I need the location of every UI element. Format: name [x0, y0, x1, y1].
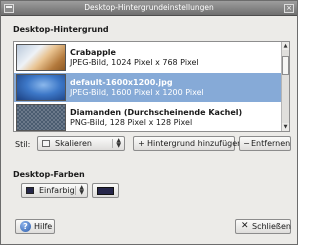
window-title: Desktop-Hintergrundeinstellungen — [84, 3, 214, 12]
close-button[interactable]: ✕ Schließen — [235, 219, 291, 234]
list-scrollbar[interactable]: ▲ ▼ — [281, 42, 289, 131]
wallpaper-name: Diamanden (Durchscheinende Kachel) — [70, 108, 243, 117]
add-background-label: Hintergrund hinzufügen — [147, 139, 243, 148]
style-select[interactable]: Skalieren ▲ ▼ — [37, 136, 125, 151]
help-label: Hilfe — [34, 222, 53, 231]
scroll-up-icon[interactable]: ▲ — [282, 42, 289, 50]
wallpaper-item-default[interactable]: default-1600x1200.jpg JPEG-Bild, 1600 Pi… — [14, 73, 282, 102]
background-settings-window: Desktop-Hintergrundeinstellungen × Deskt… — [0, 0, 298, 245]
remove-background-button[interactable]: − Entfernen — [239, 136, 291, 151]
combo-separator — [112, 139, 113, 148]
scroll-down-icon[interactable]: ▼ — [282, 123, 289, 131]
title-bar[interactable]: Desktop-Hintergrundeinstellungen × — [1, 1, 297, 16]
color-picker-button[interactable] — [92, 183, 119, 198]
scroll-thumb[interactable] — [282, 56, 289, 75]
help-button[interactable]: ? Hilfe — [15, 219, 55, 234]
wallpaper-description: JPEG-Bild, 1600 Pixel x 1200 Pixel — [70, 88, 204, 97]
remove-background-label: Entfernen — [251, 139, 291, 148]
color-mode-value: Einfarbig — [39, 186, 75, 195]
wallpaper-description: JPEG-Bild, 1024 Pixel x 768 Pixel — [70, 58, 199, 67]
window-close-icon[interactable]: × — [284, 4, 294, 13]
color-swatch-icon — [26, 187, 34, 194]
wallpaper-thumbnail — [16, 44, 66, 71]
style-label: Stil: — [15, 140, 31, 149]
picture-icon — [42, 140, 50, 147]
wallpaper-item-crabapple[interactable]: Crabapple JPEG-Bild, 1024 Pixel x 768 Pi… — [14, 43, 282, 72]
background-section-title: Desktop-Hintergrund — [13, 25, 109, 34]
color-chip — [97, 187, 114, 195]
wallpaper-list[interactable]: Crabapple JPEG-Bild, 1024 Pixel x 768 Pi… — [13, 41, 290, 132]
wallpaper-description: PNG-Bild, 128 Pixel x 128 Pixel — [70, 118, 193, 127]
minus-icon: − — [243, 139, 250, 148]
chevron-updown-icon: ▲ ▼ — [79, 184, 84, 196]
wallpaper-name: Crabapple — [70, 48, 116, 57]
colors-section-title: Desktop-Farben — [13, 170, 85, 179]
combo-separator — [75, 186, 76, 195]
add-background-button[interactable]: + Hintergrund hinzufügen — [133, 136, 242, 151]
plus-icon: + — [138, 139, 145, 148]
wallpaper-thumbnail — [16, 74, 66, 101]
wallpaper-item-diamanden[interactable]: Diamanden (Durchscheinende Kachel) PNG-B… — [14, 103, 282, 131]
wallpaper-thumbnail — [16, 104, 66, 131]
help-icon: ? — [20, 221, 31, 232]
chevron-updown-icon: ▲ ▼ — [116, 137, 121, 149]
style-select-value: Skalieren — [55, 139, 92, 148]
close-label: Schließen — [252, 222, 291, 231]
color-mode-select[interactable]: Einfarbig ▲ ▼ — [21, 183, 88, 198]
close-icon: ✕ — [241, 221, 249, 231]
window-menu-icon[interactable] — [4, 4, 14, 13]
wallpaper-name: default-1600x1200.jpg — [70, 78, 173, 87]
